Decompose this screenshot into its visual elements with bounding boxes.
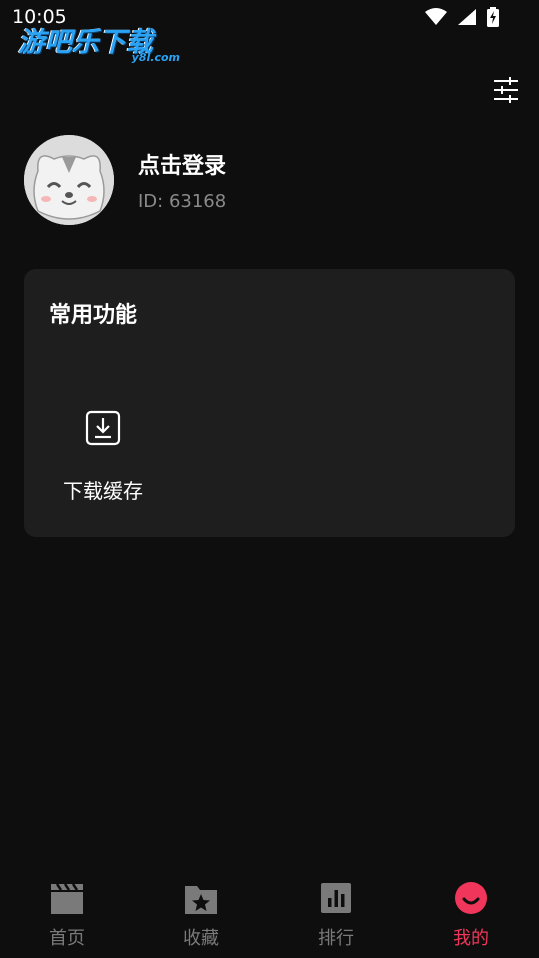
user-id: ID: 63168 <box>138 191 227 212</box>
smile-icon <box>455 882 487 914</box>
status-icons <box>425 7 499 27</box>
wifi-icon <box>425 8 447 25</box>
card-title: 常用功能 <box>49 303 138 328</box>
bar-chart-icon <box>321 883 351 913</box>
battery-icon <box>487 7 499 27</box>
nav-item-ranking[interactable]: 排行 <box>269 872 403 958</box>
download-icon <box>85 410 121 446</box>
nav-label-favorites: 收藏 <box>183 928 219 949</box>
bottom-nav: 首页 收藏 排行 我的 <box>0 872 539 958</box>
common-functions-card: 常用功能 下载缓存 <box>24 269 515 537</box>
login-link[interactable]: 点击登录 <box>138 148 226 180</box>
profile-section[interactable]: 点击登录 ID: 63168 <box>24 135 504 227</box>
sliders-icon <box>494 77 518 103</box>
star-folder-icon <box>185 886 217 914</box>
nav-label-home: 首页 <box>49 928 85 949</box>
nav-item-home[interactable]: 首页 <box>0 872 134 958</box>
watermark-domain: y8l.com <box>131 51 180 64</box>
watermark-logo: 游吧乐下载 y8l.com <box>18 20 188 68</box>
nav-item-favorites[interactable]: 收藏 <box>134 872 268 958</box>
settings-button[interactable] <box>490 74 522 106</box>
avatar[interactable] <box>24 135 114 225</box>
avatar-cat-icon <box>24 135 114 225</box>
nav-label-ranking: 排行 <box>318 928 354 949</box>
download-cache-item[interactable]: 下载缓存 <box>54 407 152 507</box>
nav-label-mine: 我的 <box>453 928 489 949</box>
signal-icon <box>458 9 476 25</box>
clapperboard-icon <box>51 883 83 914</box>
nav-item-mine[interactable]: 我的 <box>404 872 538 958</box>
download-cache-label: 下载缓存 <box>63 479 143 503</box>
